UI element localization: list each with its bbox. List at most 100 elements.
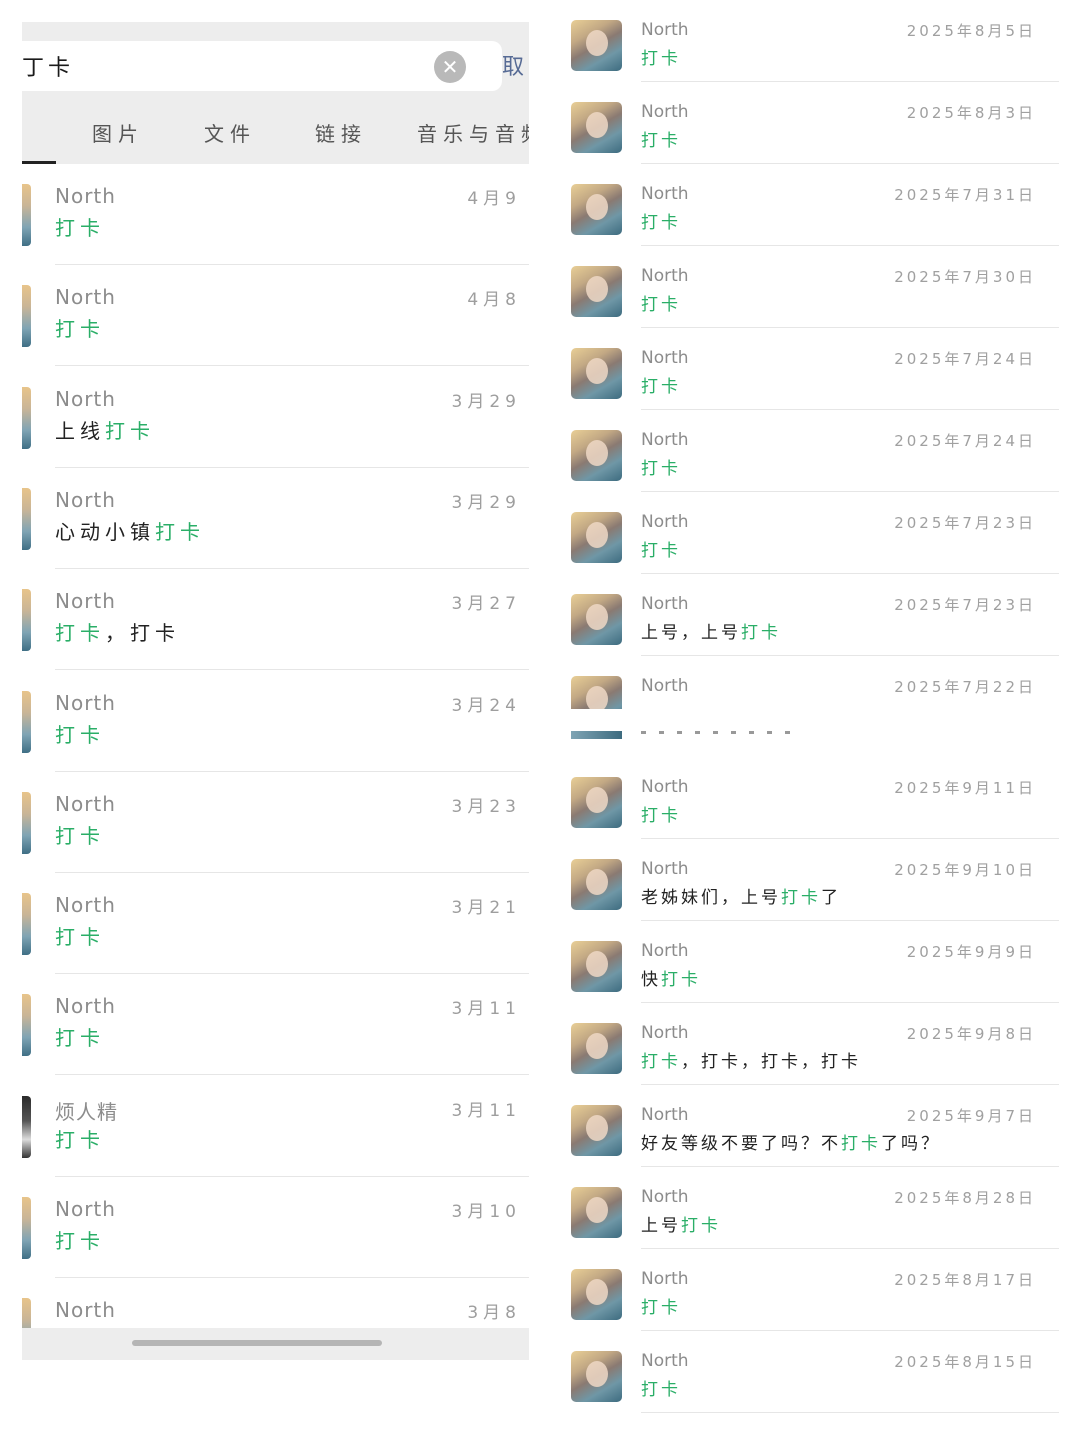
sender-name: North xyxy=(641,266,689,286)
close-circle-icon[interactable]: ✕ xyxy=(434,51,466,83)
avatar xyxy=(22,893,31,956)
message-snippet: 打卡 xyxy=(641,801,681,826)
search-result-row[interactable]: North 2025年7月23日 上号，上号打卡 xyxy=(560,574,1060,656)
search-result-row[interactable]: North 3月10 打卡 xyxy=(22,1177,529,1278)
sender-name: North xyxy=(641,676,689,696)
snippet-text: 快 xyxy=(641,970,661,990)
sender-name: North xyxy=(55,994,116,1019)
message-date: 3月10 xyxy=(451,1202,521,1222)
right-screenshot-panel: North 2025年8月5日 打卡 North 2025年8月3日 打卡 North 202… xyxy=(560,0,1070,1430)
search-result-row[interactable]: North 3月29 心动小镇打卡 xyxy=(22,468,529,569)
search-result-row[interactable]: North 2025年8月5日 打卡 xyxy=(560,0,1060,82)
message-date: 3月29 xyxy=(451,492,521,513)
keyword-highlight: 打卡 xyxy=(641,49,681,69)
search-result-row[interactable]: North 2025年8月15日 打卡 xyxy=(560,1331,1060,1413)
search-result-row[interactable]: North 2025年9月7日 好友等级不要了吗？不打卡了吗？ xyxy=(560,1085,1060,1167)
tab-images[interactable]: 图片 xyxy=(92,118,144,147)
message-date: 3月11 xyxy=(451,999,521,1020)
keyword-highlight: 打卡 xyxy=(641,806,681,826)
keyword-highlight: 打卡 xyxy=(155,519,205,544)
search-result-row[interactable]: North 2025年7月30日打卡 xyxy=(560,246,1060,328)
keyword-highlight: 打卡 xyxy=(55,925,105,950)
tab-files[interactable]: 文件 xyxy=(204,118,256,147)
screenshot-seam xyxy=(560,709,1070,739)
message-snippet: 好友等级不要了吗？不打卡了吗？ xyxy=(641,1129,941,1154)
keyword-highlight: 打卡 xyxy=(641,1380,681,1400)
search-result-row[interactable]: 烦人精 3月11 打卡 xyxy=(22,1076,529,1177)
keyword-highlight: 打卡 xyxy=(681,1216,721,1236)
sender-name: North xyxy=(641,859,689,879)
search-result-row[interactable]: North 2025年7月24日 打卡 xyxy=(560,328,1060,410)
keyword-highlight: 打卡 xyxy=(641,131,681,151)
avatar xyxy=(571,1269,622,1320)
search-query-text[interactable]: 丁卡 xyxy=(22,50,74,82)
search-input[interactable] xyxy=(22,41,502,91)
snippet-text: 上号 xyxy=(641,1216,681,1236)
snippet-text: 心动小镇 xyxy=(55,519,155,544)
message-snippet: 打卡 xyxy=(641,290,681,315)
search-result-row[interactable]: North 2025年8月17日 打卡 xyxy=(560,1249,1060,1331)
keyword-highlight: 打卡 xyxy=(641,541,681,561)
sender-name: North xyxy=(641,512,689,532)
message-date: 2025年7月30日 xyxy=(894,268,1036,286)
search-result-row[interactable]: North 2025年8月28日 上号打卡 xyxy=(560,1167,1060,1249)
message-snippet: 打卡 xyxy=(641,1293,681,1318)
avatar xyxy=(571,1105,622,1156)
message-date: 4月8 xyxy=(467,290,521,311)
message-snippet: 打卡 xyxy=(641,208,681,233)
search-result-row[interactable]: North 3月11 打卡 xyxy=(22,974,529,1076)
keyword-highlight: 打卡 xyxy=(55,823,105,848)
avatar xyxy=(22,386,31,449)
search-result-row[interactable]: North 3月27 打卡，打卡 xyxy=(22,569,529,671)
avatar xyxy=(22,1197,31,1259)
sender-name: North xyxy=(641,594,689,614)
snippet-text: 老姊妹们，上号 xyxy=(641,888,781,908)
avatar xyxy=(22,184,31,246)
keyword-highlight: 打卡 xyxy=(841,1134,881,1154)
sender-name: North xyxy=(641,1351,689,1371)
cancel-button[interactable]: 取 xyxy=(502,49,524,81)
search-result-row[interactable]: North 3月21 打卡 xyxy=(22,873,529,975)
tab-music-audio[interactable]: 音乐与音频 xyxy=(417,118,529,147)
search-result-row[interactable]: North 3月24 打卡 xyxy=(22,671,529,772)
search-result-row[interactable]: North 3月23 打卡 xyxy=(22,772,529,873)
snippet-text: 上号，上号 xyxy=(641,623,741,643)
avatar xyxy=(571,102,622,153)
keyword-highlight: 打卡 xyxy=(105,418,155,443)
keyword-highlight: 打卡 xyxy=(55,317,105,342)
search-result-row[interactable]: North 2025年7月31日 打卡 xyxy=(560,164,1060,246)
search-result-row[interactable]: North 2025年9月8日 打卡，打卡，打卡，打卡 xyxy=(560,1003,1060,1085)
search-result-row[interactable]: North 2025年7月23日 打卡 xyxy=(560,492,1060,574)
sender-name: North xyxy=(55,1197,116,1221)
tab-links[interactable]: 链接 xyxy=(315,118,367,147)
search-result-row[interactable]: North 3月29 上线打卡 xyxy=(22,367,529,468)
keyword-highlight: 打卡 xyxy=(55,621,105,646)
avatar xyxy=(22,1095,31,1158)
home-indicator xyxy=(132,1340,382,1346)
sender-name: North xyxy=(55,1298,116,1323)
message-snippet: 打卡 xyxy=(55,313,105,342)
avatar xyxy=(571,266,622,317)
avatar xyxy=(571,777,622,828)
search-result-row[interactable]: North 2025年9月10日 老姊妹们，上号打卡了 xyxy=(560,839,1060,921)
search-result-row[interactable]: North 4月8 打卡 xyxy=(22,265,529,367)
snippet-text: ，打卡，打卡，打卡 xyxy=(681,1052,861,1072)
avatar xyxy=(22,487,31,550)
message-snippet: 打卡，打卡，打卡，打卡 xyxy=(641,1047,861,1072)
avatar xyxy=(22,285,31,348)
search-result-row[interactable]: North 2025年9月11日 打卡 xyxy=(560,757,1060,839)
sender-name: North xyxy=(55,589,116,614)
message-date: 3月24 xyxy=(451,695,521,716)
search-result-row[interactable]: North 4月9 打卡 xyxy=(22,164,529,265)
message-date: 2025年7月23日 xyxy=(894,596,1036,614)
keyword-highlight: 打卡 xyxy=(641,1298,681,1318)
message-snippet: 打卡 xyxy=(641,536,681,561)
search-result-row[interactable]: North 2025年7月24日 打卡 xyxy=(560,410,1060,492)
message-date: 2025年7月31日 xyxy=(894,186,1036,204)
message-date: 2025年9月7日 xyxy=(906,1107,1036,1125)
message-date: 2025年7月24日 xyxy=(894,350,1036,368)
search-result-row[interactable]: North 2025年8月3日 打卡 xyxy=(560,82,1060,164)
search-result-row[interactable]: North 2025年9月9日 快打卡 xyxy=(560,921,1060,1003)
keyword-highlight: 打卡 xyxy=(661,970,701,990)
avatar xyxy=(571,348,622,399)
